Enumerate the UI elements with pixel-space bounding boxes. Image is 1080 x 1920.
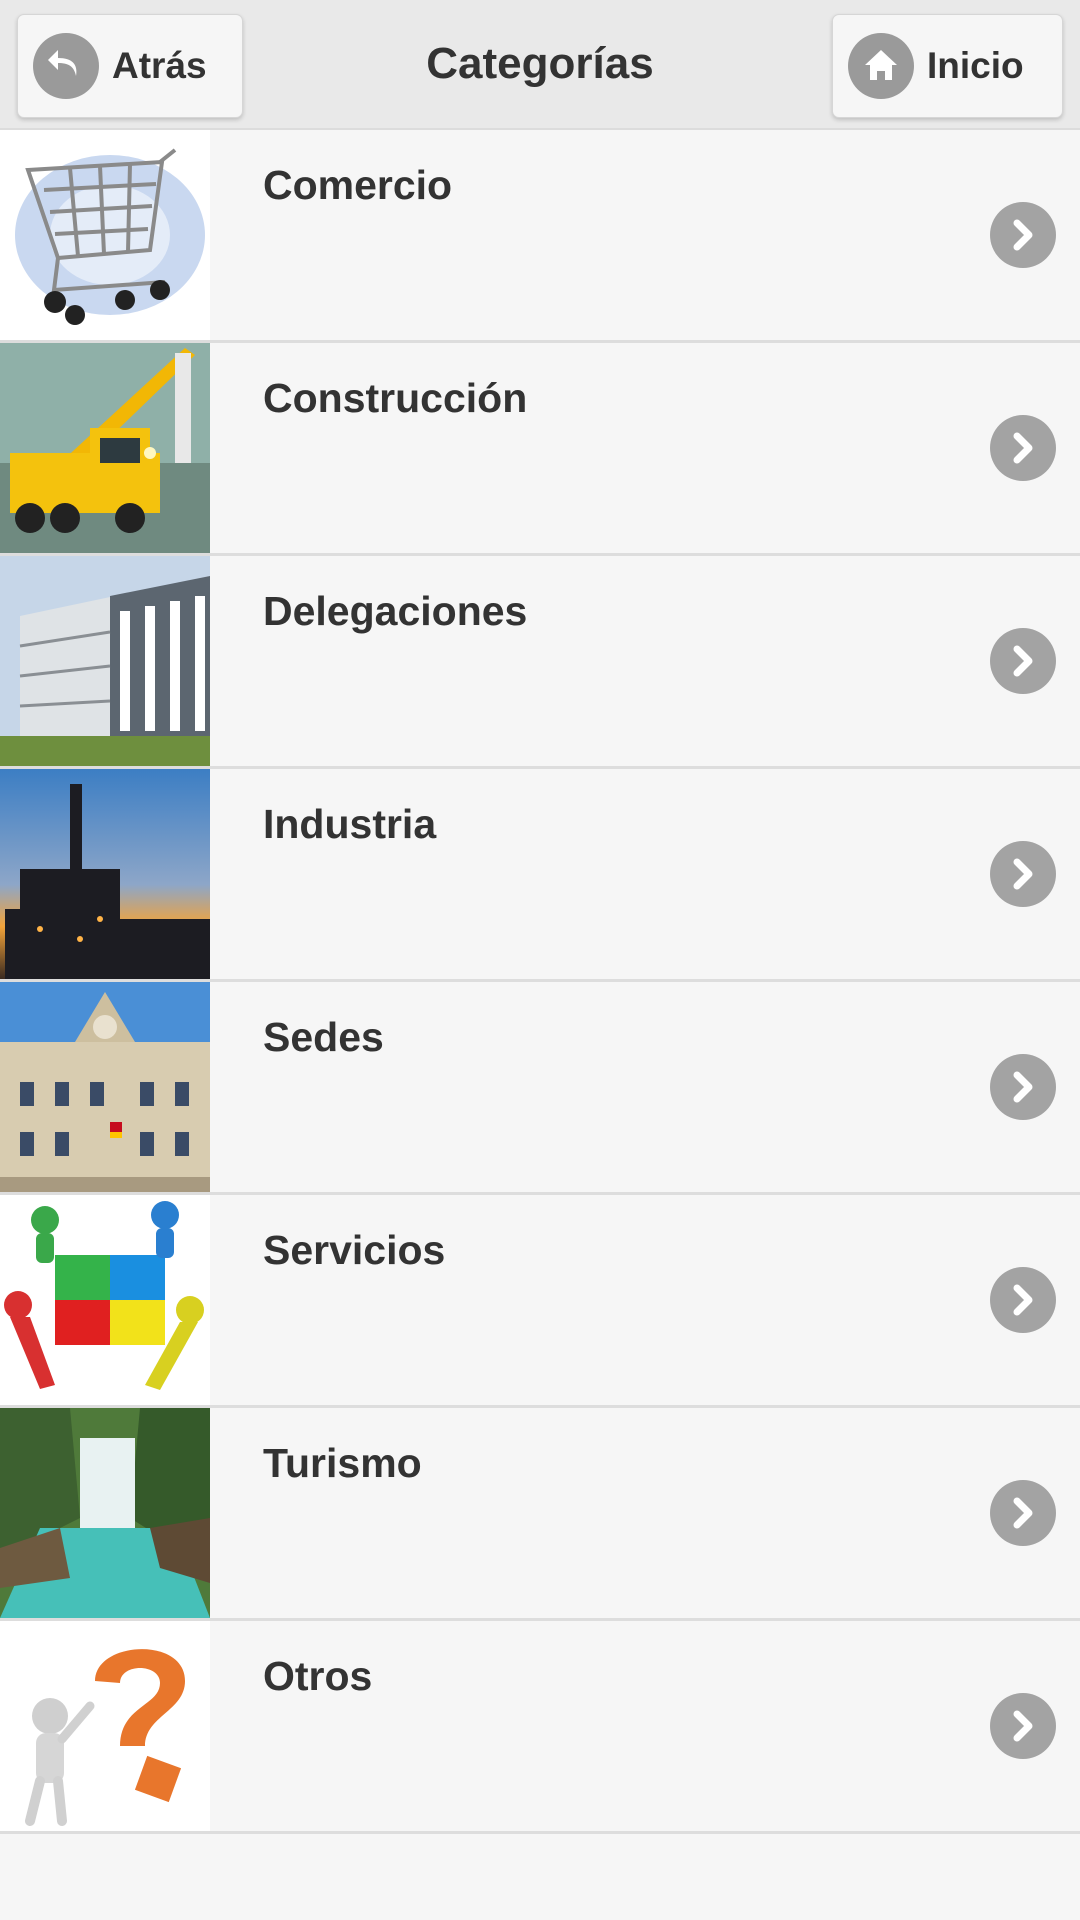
shopping-cart-image (0, 130, 210, 340)
category-label: Industria (263, 801, 437, 847)
category-label: Delegaciones (263, 588, 528, 634)
category-label: Construcción (263, 375, 528, 421)
category-label: Sedes (263, 1014, 384, 1060)
back-button[interactable]: Atrás (17, 14, 243, 118)
home-button[interactable]: Inicio (832, 14, 1063, 118)
waterfall-river-image (0, 1408, 210, 1618)
category-item-industria[interactable]: Industria (0, 769, 1080, 982)
people-puzzle-image (0, 1195, 210, 1405)
question-mark-figure-image (0, 1621, 210, 1831)
category-label: Otros (263, 1653, 373, 1699)
chevron-right-icon (990, 202, 1056, 268)
category-item-sedes[interactable]: Sedes (0, 982, 1080, 1195)
back-button-label: Atrás (112, 45, 207, 86)
home-icon (848, 33, 914, 99)
chevron-right-icon (990, 415, 1056, 481)
category-item-comercio[interactable]: Comercio (0, 130, 1080, 343)
category-label: Turismo (263, 1440, 422, 1486)
category-list: Comercio Construcción Delegaciones Indus… (0, 130, 1080, 1834)
chevron-right-icon (990, 628, 1056, 694)
chevron-right-icon (990, 1480, 1056, 1546)
crane-truck-image (0, 343, 210, 553)
chevron-right-icon (990, 1693, 1056, 1759)
header-bar: Atrás Categorías Inicio (0, 0, 1080, 130)
category-item-delegaciones[interactable]: Delegaciones (0, 556, 1080, 769)
category-item-construccion[interactable]: Construcción (0, 343, 1080, 556)
undo-arrow-icon (33, 33, 99, 99)
chevron-right-icon (990, 841, 1056, 907)
home-button-label: Inicio (927, 45, 1024, 86)
historic-palace-image (0, 982, 210, 1192)
industrial-plant-sunset-image (0, 769, 210, 979)
chevron-right-icon (990, 1267, 1056, 1333)
category-item-otros[interactable]: Otros (0, 1621, 1080, 1834)
category-label: Servicios (263, 1227, 446, 1273)
category-item-servicios[interactable]: Servicios (0, 1195, 1080, 1408)
chevron-right-icon (990, 1054, 1056, 1120)
category-item-turismo[interactable]: Turismo (0, 1408, 1080, 1621)
category-label: Comercio (263, 162, 453, 208)
office-building-image (0, 556, 210, 766)
